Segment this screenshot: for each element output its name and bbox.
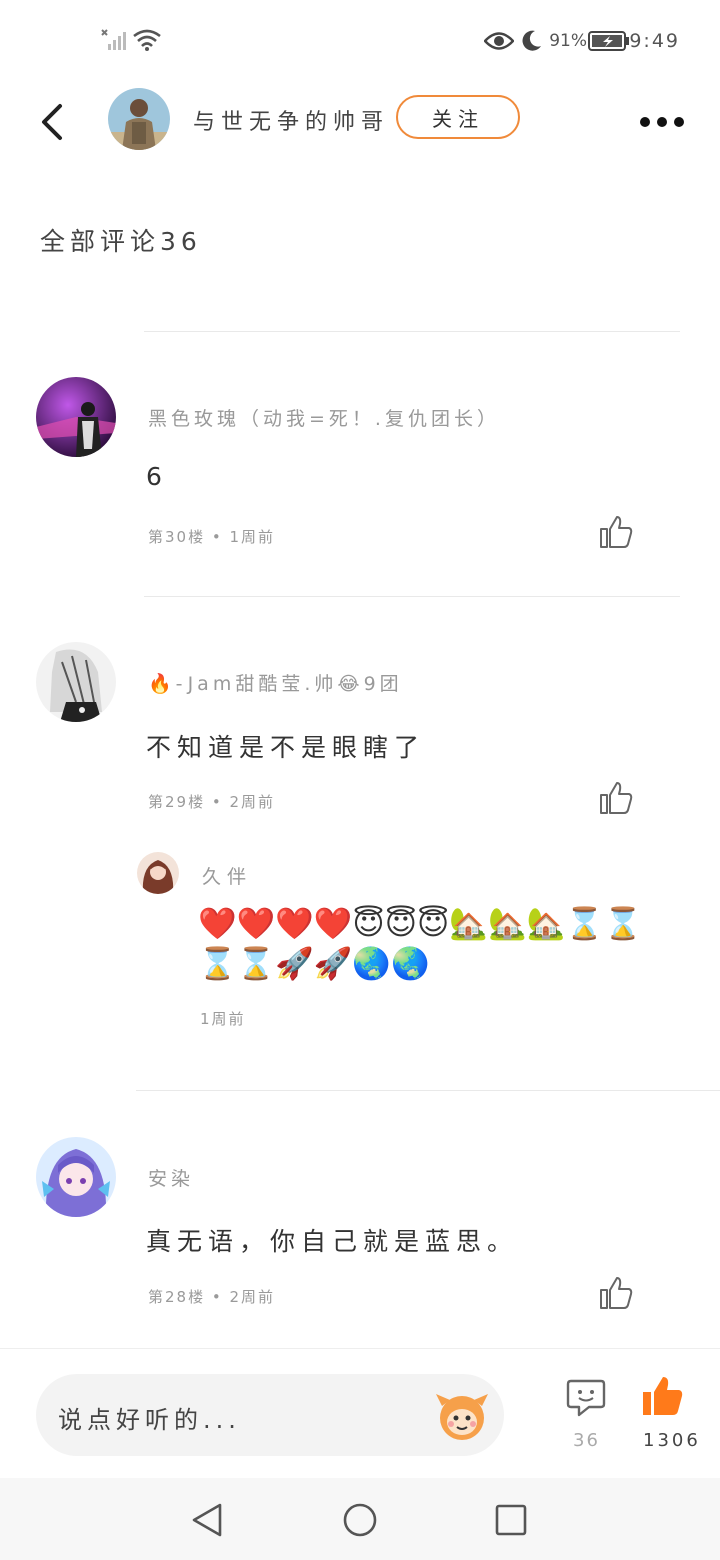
system-nav-bar <box>0 1478 720 1560</box>
back-arrow-icon[interactable] <box>36 100 76 144</box>
like-icon[interactable] <box>598 514 634 550</box>
comment-input-placeholder[interactable]: 说点好听的... <box>58 1400 241 1435</box>
comment-avatar[interactable] <box>36 377 116 457</box>
comment-username[interactable]: 🔥-Jam甜酷莹.帅😂9团 <box>148 669 403 696</box>
comment-username[interactable]: 黑色玫瑰（动我=死！.复仇团长） <box>148 404 500 431</box>
moon-icon <box>522 30 541 51</box>
comment-text: 真无语，你自己就是蓝思。 <box>146 1227 519 1256</box>
comment-text: 不知道是不是眼瞎了 <box>146 733 426 762</box>
eye-icon <box>484 32 514 50</box>
like-icon[interactable] <box>598 780 634 816</box>
comment-meta: 第30楼 • 1周前 <box>148 528 276 546</box>
nav-recents-icon[interactable] <box>495 1504 527 1536</box>
reply-meta: 1周前 <box>200 1010 246 1028</box>
divider <box>136 1090 720 1091</box>
comment-bubble-icon[interactable] <box>565 1378 607 1418</box>
divider <box>144 331 680 332</box>
comment-avatar[interactable] <box>36 642 116 722</box>
like-icon[interactable] <box>598 1275 634 1311</box>
battery-percent: 91% <box>549 31 587 51</box>
comment-count: 36 <box>573 1430 600 1451</box>
mascot-icon[interactable] <box>432 1388 492 1442</box>
battery-icon <box>588 31 629 51</box>
like-filled-icon[interactable] <box>640 1374 684 1418</box>
status-bar: 91% 9:49 <box>0 0 720 84</box>
reply-text: ❤️❤️❤️❤️😇😇😇🏡🏡🏡⌛⌛⌛⌛🚀🚀🌏🌏 <box>198 906 643 982</box>
divider <box>144 596 680 597</box>
status-time: 9:49 <box>629 30 680 52</box>
comment-username[interactable]: 安染 <box>148 1164 194 1191</box>
nav-back-icon[interactable] <box>190 1502 224 1538</box>
comment-text: 6 <box>146 462 168 491</box>
nav-home-icon[interactable] <box>342 1502 378 1538</box>
comment-avatar[interactable] <box>36 1137 116 1217</box>
signal-icon <box>101 29 126 50</box>
follow-button[interactable]: 关注 <box>396 95 520 139</box>
comment-meta: 第28楼 • 2周前 <box>148 1288 276 1306</box>
reply-avatar[interactable] <box>137 852 179 894</box>
like-count: 1306 <box>643 1430 701 1451</box>
author-name[interactable]: 与世无争的帅哥 <box>193 104 389 136</box>
reply-username[interactable]: 久伴 <box>202 862 252 889</box>
comments-count-title: 全部评论36 <box>40 227 202 256</box>
comment-meta: 第29楼 • 2周前 <box>148 793 276 811</box>
more-icon[interactable] <box>640 112 691 131</box>
author-avatar[interactable] <box>108 88 170 150</box>
wifi-icon <box>133 29 161 51</box>
